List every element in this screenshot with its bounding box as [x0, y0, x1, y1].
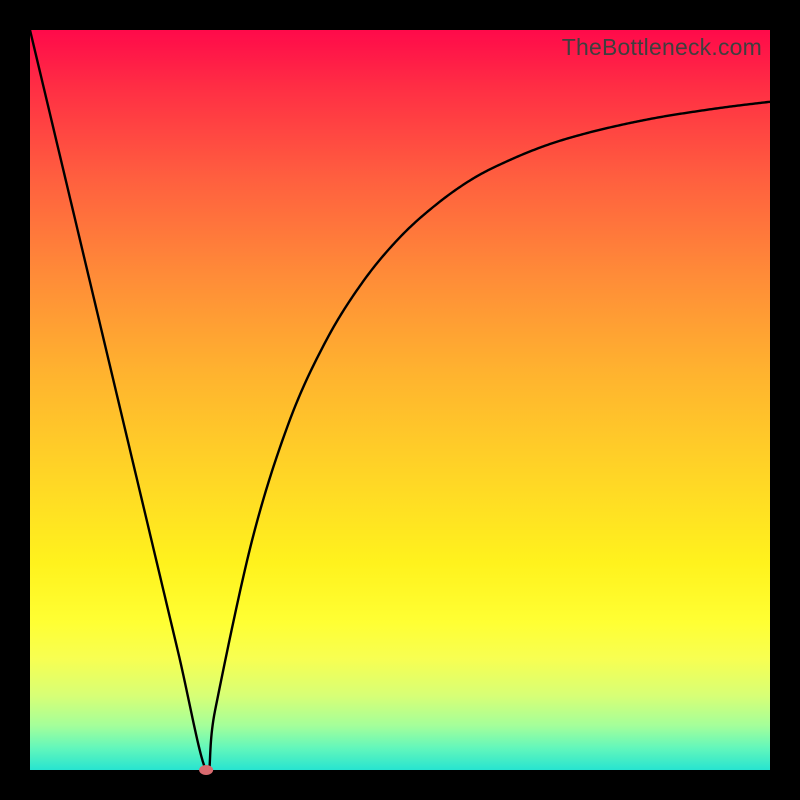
plot-area: TheBottleneck.com [30, 30, 770, 770]
curve-svg [30, 30, 770, 770]
selected-point-marker [199, 765, 213, 775]
bottleneck-curve-line [30, 30, 770, 772]
chart-frame: TheBottleneck.com [0, 0, 800, 800]
